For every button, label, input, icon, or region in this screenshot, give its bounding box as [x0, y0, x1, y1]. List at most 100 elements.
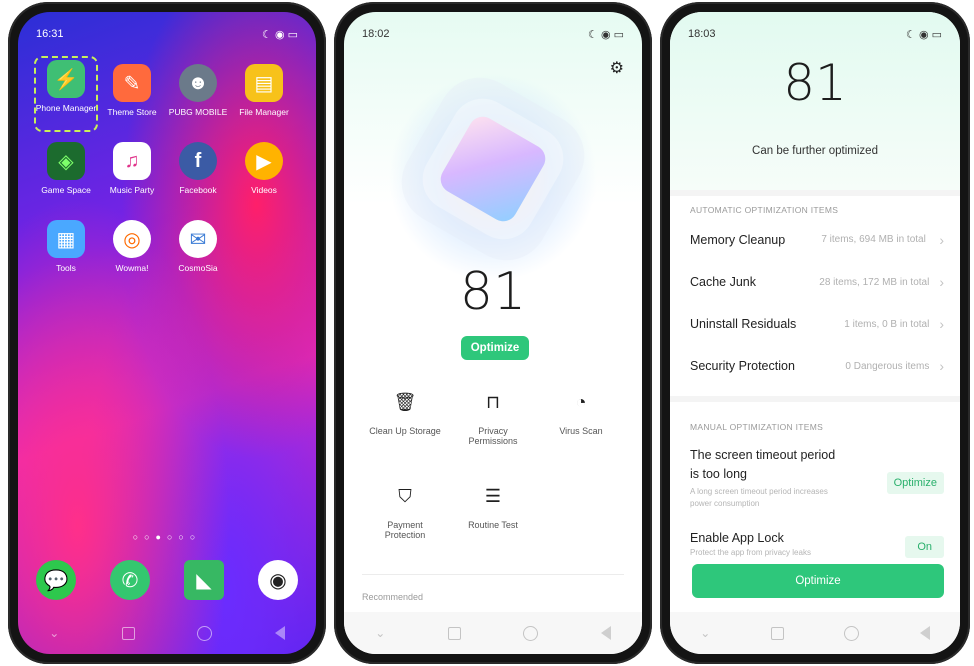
app-pubg-mobile[interactable]: ☻ PUBG MOBILE [166, 64, 230, 117]
row-memory-cleanup[interactable]: Memory Cleanup 7 items, 694 MB in total … [690, 228, 944, 252]
privacy-lock-icon: ⊓ [485, 392, 501, 412]
game-character-icon: ☻ [179, 64, 217, 102]
row-label: Cache Junk [690, 275, 757, 289]
scan-gauge-icon: ◔ [575, 392, 587, 412]
app-theme-store[interactable]: ✎ Theme Store [100, 64, 164, 117]
game-space-icon: ◈ [47, 142, 85, 180]
optimization-screen: 18:03 ☾ ◉ ▭ 81 Can be further optimized … [670, 12, 960, 654]
chevron-right-icon: › [939, 358, 944, 374]
item-description: A long screen timeout period increases p… [690, 487, 828, 508]
back-icon[interactable] [600, 626, 611, 640]
chevron-right-icon: › [939, 232, 944, 248]
recommended-label: Recommended [362, 592, 424, 602]
chevron-down-icon[interactable]: ⌄ [375, 626, 385, 640]
optimize-button[interactable]: Optimize [461, 336, 529, 360]
divider [670, 190, 960, 196]
status-time: 18:02 [362, 28, 390, 40]
recents-icon[interactable] [447, 626, 461, 640]
row-security-protection[interactable]: Security Protection 0 Dangerous items › [690, 356, 944, 376]
page-indicator: ○○●○○○ [132, 532, 202, 542]
app-game-space[interactable]: ◈ Game Space [34, 142, 98, 195]
back-icon[interactable] [919, 626, 930, 640]
app-label: Tools [56, 263, 76, 273]
home-icon[interactable] [523, 625, 539, 641]
auto-section-title: AUTOMATIC OPTIMIZATION ITEMS [690, 205, 839, 215]
app-file-manager[interactable]: ▤ File Manager [232, 64, 296, 117]
app-cosmosia[interactable]: ✉ CosmoSia [166, 220, 230, 273]
tools-grid-icon: ▦ [47, 220, 85, 258]
home-icon[interactable] [197, 625, 213, 641]
settings-gear-icon[interactable]: ⚙ [610, 58, 624, 78]
app-label: Game Space [41, 185, 91, 195]
feature-clean-up-storage[interactable]: 🗑 Clean Up Storage [362, 392, 448, 436]
nav-bar: ⌄ [18, 612, 316, 654]
chevron-right-icon: › [939, 316, 944, 332]
manager-screen: 18:02 ☾ ◉ ▭ ⚙ 81 Optimize 🗑 Clean Up Sto… [344, 12, 642, 654]
feature-payment-protection[interactable]: ⛉ Payment Protection [362, 486, 448, 540]
shield-bolt-icon: ⚡ [47, 60, 85, 98]
phone-manager-screen: 18:02 ☾ ◉ ▭ ⚙ 81 Optimize 🗑 Clean Up Sto… [334, 2, 652, 664]
dock: 💬 ✆ ◣ ◉ [36, 560, 298, 600]
message-icon[interactable]: ◣ [184, 560, 224, 600]
optimize-item-button[interactable]: Optimize [886, 472, 944, 494]
phone-optimization-screen: 18:03 ☾ ◉ ▭ 81 Can be further optimized … [660, 2, 970, 664]
play-icon: ▶ [245, 142, 283, 180]
feature-label: Payment Protection [384, 520, 426, 540]
home-screen: 16:31 ☾ ◉ ▭ ⚡ Phone Manager ✎ Theme Stor… [18, 12, 316, 654]
status-time: 18:03 [688, 28, 716, 40]
phone-icon[interactable]: ✆ [110, 560, 150, 600]
feature-routine-test[interactable]: ☰ Routine Test [450, 486, 536, 530]
nav-bar: ⌄ [344, 612, 642, 654]
app-lock-toggle-button[interactable]: On [905, 536, 944, 558]
row-label: Memory Cleanup [690, 233, 786, 247]
facebook-icon: f [179, 142, 217, 180]
music-bars-icon: ♫ [113, 142, 151, 180]
chevron-down-icon[interactable]: ⌄ [49, 626, 59, 640]
app-label: Phone Manager [35, 103, 97, 113]
feature-label: Privacy Permissions [468, 426, 518, 446]
app-label: Music Party [109, 185, 155, 195]
app-facebook[interactable]: f Facebook [166, 142, 230, 195]
row-uninstall-residuals[interactable]: Uninstall Residuals 1 items, 0 B in tota… [690, 314, 944, 334]
recents-icon[interactable] [770, 626, 784, 640]
feature-privacy-permissions[interactable]: ⊓ Privacy Permissions [450, 392, 536, 446]
status-time: 16:31 [36, 28, 64, 40]
row-value: 0 Dangerous items [845, 360, 930, 372]
app-label: PUBG MOBILE [168, 107, 228, 117]
recents-icon[interactable] [121, 626, 135, 640]
trash-icon: 🗑 [393, 392, 417, 412]
phone-home-screen: 16:31 ☾ ◉ ▭ ⚡ Phone Manager ✎ Theme Stor… [8, 2, 326, 664]
row-label: Uninstall Residuals [690, 317, 797, 331]
optimize-all-button[interactable]: Optimize [692, 564, 944, 598]
routine-test-icon: ☰ [484, 486, 502, 506]
folder-icon: ▤ [245, 64, 283, 102]
optimization-subtitle: Can be further optimized [752, 145, 878, 157]
health-score: 81 [459, 262, 527, 322]
app-phone-manager[interactable]: ⚡ Phone Manager [34, 56, 98, 132]
paint-brush-icon: ✎ [113, 64, 151, 102]
wechat-icon[interactable]: 💬 [36, 560, 76, 600]
status-bar: 16:31 ☾ ◉ ▭ [36, 26, 298, 42]
app-videos[interactable]: ▶ Videos [232, 142, 296, 195]
status-bar: 18:02 ☾ ◉ ▭ [362, 26, 624, 42]
feature-label: Virus Scan [559, 426, 603, 436]
row-cache-junk[interactable]: Cache Junk 28 items, 172 MB in total › [690, 272, 944, 292]
status-icons: ☾ ◉ ▭ [262, 28, 298, 41]
app-music-party[interactable]: ♫ Music Party [100, 142, 164, 195]
app-label: Wowma! [115, 263, 149, 273]
shield-icon: ⛉ [398, 486, 412, 506]
app-label: Facebook [179, 185, 217, 195]
app-label: CosmoSia [178, 263, 218, 273]
app-wowma[interactable]: ◎ Wowma! [100, 220, 164, 273]
home-icon[interactable] [844, 625, 860, 641]
back-icon[interactable] [274, 626, 285, 640]
app-tools[interactable]: ▦ Tools [34, 220, 98, 273]
wowma-icon: ◎ [113, 220, 151, 258]
feature-label: Clean Up Storage [369, 426, 441, 436]
manual-section-title: MANUAL OPTIMIZATION ITEMS [690, 422, 824, 432]
row-value: 28 items, 172 MB in total [819, 276, 930, 288]
camera-icon[interactable]: ◉ [258, 560, 298, 600]
app-label: Theme Store [107, 107, 157, 117]
feature-virus-scan[interactable]: ◔ Virus Scan [538, 392, 624, 436]
chevron-down-icon[interactable]: ⌄ [700, 626, 710, 640]
